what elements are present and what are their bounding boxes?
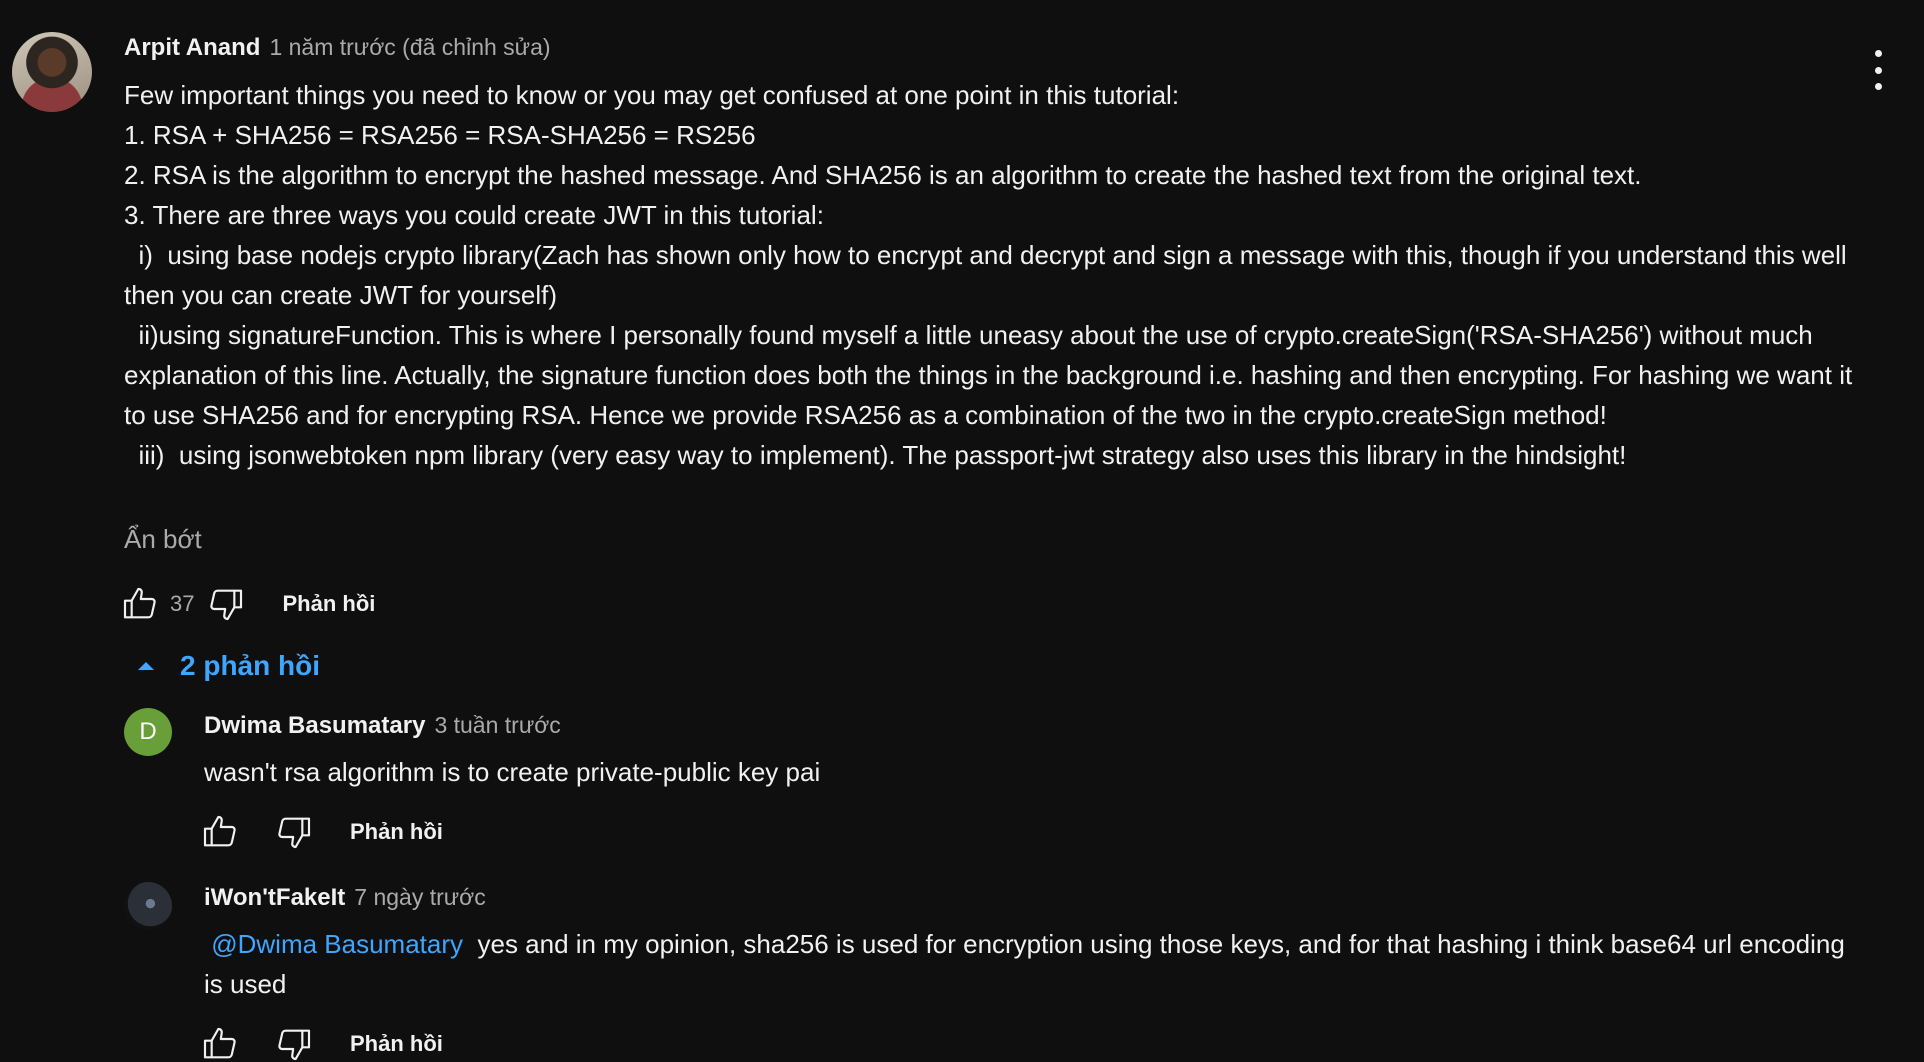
thumbs-up-icon[interactable] xyxy=(118,582,162,626)
reply-text: @Dwima Basumatary yes and in my opinion,… xyxy=(204,924,1854,1004)
reply-button[interactable]: Phản hồi xyxy=(350,1031,443,1057)
show-less-button[interactable]: Ẩn bớt xyxy=(124,524,202,555)
avatar-iwontfakeit[interactable] xyxy=(124,882,172,930)
reply-header: Dwima Basumatary 3 tuần trước xyxy=(204,712,561,740)
like-count: 37 xyxy=(170,591,195,616)
more-vertical-icon[interactable] xyxy=(1862,50,1894,90)
reply-timestamp[interactable]: 7 ngày trước xyxy=(354,884,485,911)
comment-line: iii) using jsonwebtoken npm library (ver… xyxy=(124,440,1627,470)
comment-body: Few important things you need to know or… xyxy=(124,75,1854,475)
reply-author[interactable]: iWon'tFakeIt xyxy=(204,884,345,912)
chevron-up-icon xyxy=(138,662,154,670)
reply-actions: Phản hồi xyxy=(198,808,443,856)
comment-line: 3. There are three ways you could create… xyxy=(124,200,824,230)
reply-body: @Dwima Basumatary yes and in my opinion,… xyxy=(204,924,1854,1004)
thumbs-down-icon[interactable] xyxy=(204,582,248,626)
reply-body: wasn't rsa algorithm is to create privat… xyxy=(204,752,1854,792)
comments-section: Arpit Anand 1 năm trước (đã chỉnh sửa) F… xyxy=(0,0,1924,1062)
reply-button[interactable]: Phản hồi xyxy=(350,819,443,845)
thumbs-down-icon[interactable] xyxy=(272,810,316,854)
comment-line: 2. RSA is the algorithm to encrypt the h… xyxy=(124,160,1642,190)
reply-author[interactable]: Dwima Basumatary xyxy=(204,712,425,740)
avatar-dwima-basumatary[interactable]: D xyxy=(124,708,172,756)
comment-actions: 37 Phản hồi xyxy=(118,580,375,628)
comment-line: Few important things you need to know or… xyxy=(124,80,1180,110)
comment-author[interactable]: Arpit Anand xyxy=(124,34,260,62)
comment-line: ii)using signatureFunction. This is wher… xyxy=(124,320,1860,430)
thumbs-up-icon[interactable] xyxy=(198,810,242,854)
replies-count-label: 2 phản hồi xyxy=(180,650,320,681)
reply-actions: Phản hồi xyxy=(198,1020,443,1062)
reply-text: wasn't rsa algorithm is to create privat… xyxy=(204,757,821,787)
thumbs-down-icon[interactable] xyxy=(272,1022,316,1062)
comment-header: Arpit Anand 1 năm trước (đã chỉnh sửa) xyxy=(124,34,551,62)
reply-timestamp[interactable]: 3 tuần trước xyxy=(434,712,560,739)
avatar-arpit-anand[interactable] xyxy=(12,32,92,112)
mention-link[interactable]: @Dwima Basumatary xyxy=(211,929,463,959)
reply-header: iWon'tFakeIt 7 ngày trước xyxy=(204,884,486,912)
replies-toggle-button[interactable]: 2 phản hồi xyxy=(130,650,320,682)
comment-timestamp[interactable]: 1 năm trước (đã chỉnh sửa) xyxy=(269,34,550,61)
comment-line: 1. RSA + SHA256 = RSA256 = RSA-SHA256 = … xyxy=(124,120,756,150)
reply-button[interactable]: Phản hồi xyxy=(282,591,375,617)
thumbs-up-icon[interactable] xyxy=(198,1022,242,1062)
comment-line: i) using base nodejs crypto library(Zach… xyxy=(124,240,1854,310)
